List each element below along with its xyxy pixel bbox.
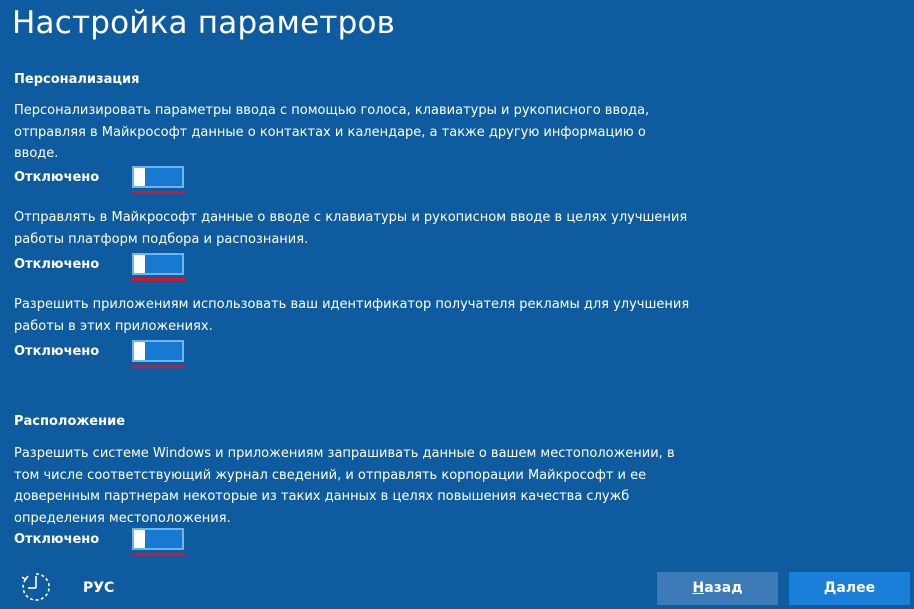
toggle-typing-data[interactable] <box>132 253 184 275</box>
toggle-location[interactable] <box>132 528 184 550</box>
toggle-state-label: Отключено <box>14 532 100 547</box>
toggle-state-label: Отключено <box>14 344 100 359</box>
back-button-label-rest: азад <box>704 580 743 596</box>
setting-description-advertising-id: Разрешить приложениям использовать ваш и… <box>14 297 690 334</box>
section-heading-location: Расположение <box>14 414 126 429</box>
toggle-input-personalization[interactable] <box>132 166 184 188</box>
next-button[interactable]: Далее <box>789 572 910 605</box>
setting-row-input-personalization: Отключено <box>14 166 214 194</box>
page-title: Настройка параметров <box>12 5 396 41</box>
toggle-state-label: Отключено <box>14 257 100 272</box>
back-button-accelerator: Н <box>692 580 705 596</box>
highlight-underline <box>132 365 185 368</box>
setting-row-advertising-id: Отключено <box>14 340 214 368</box>
toggle-advertising-id[interactable] <box>132 340 184 362</box>
toggle-knob <box>134 168 145 186</box>
highlight-underline <box>132 191 185 194</box>
section-heading-personalization: Персонализация <box>14 72 140 87</box>
language-indicator[interactable]: РУС <box>83 580 114 596</box>
setting-description-input-personalization: Персонализировать параметры ввода с помо… <box>14 103 650 161</box>
ease-of-access-icon[interactable] <box>20 571 52 603</box>
highlight-underline <box>132 553 185 556</box>
toggle-knob <box>134 255 145 273</box>
toggle-state-label: Отключено <box>14 170 100 185</box>
setting-description-typing-data: Отправлять в Майкрософт данные о вводе с… <box>14 210 688 247</box>
toggle-knob <box>134 530 145 548</box>
toggle-knob <box>134 342 145 360</box>
setting-description-location: Разрешить системе Windows и приложениям … <box>14 446 675 526</box>
setting-row-location: Отключено <box>14 528 214 556</box>
ease-of-access-icon-graphic <box>21 573 50 601</box>
back-button[interactable]: Назад <box>657 572 778 605</box>
setting-row-typing-data: Отключено <box>14 253 214 281</box>
highlight-underline <box>132 278 185 281</box>
